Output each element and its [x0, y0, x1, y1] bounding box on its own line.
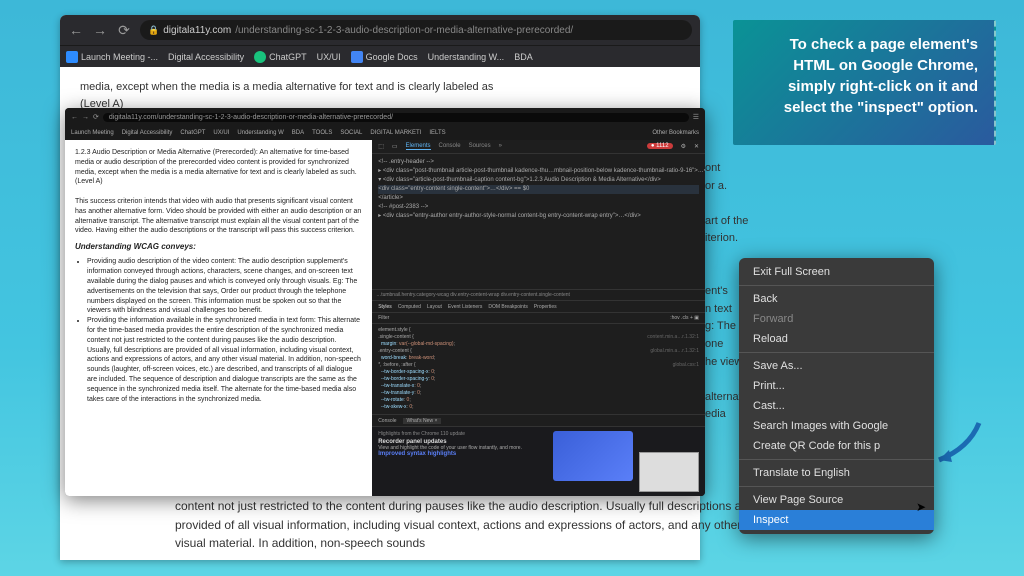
dom-tree[interactable]: <!-- .entry-header --> ▸ <div class="pos…: [372, 154, 705, 289]
whats-new: Highlights from the Chrome 110 update Re…: [372, 426, 705, 496]
forward-button[interactable]: →: [92, 22, 108, 38]
ctx-translate-to-english[interactable]: Translate to English: [739, 463, 934, 483]
settings-icon[interactable]: ⚙: [681, 143, 686, 150]
bookmark-item[interactable]: ChatGPT: [254, 51, 307, 63]
tab-console[interactable]: Console: [439, 143, 461, 149]
url-path: /understanding-sc-1-2-3-audio-descriptio…: [235, 25, 573, 36]
tab-more[interactable]: »: [499, 143, 502, 149]
css-rules[interactable]: element.style { .single-content {content…: [372, 324, 705, 414]
bookmark-item[interactable]: Understanding W...: [428, 52, 505, 62]
ctx-cast-[interactable]: Cast...: [739, 396, 934, 416]
bg-line-1: media, except when the media is a media …: [80, 79, 680, 96]
bottom-paragraph: content not just restricted to the conte…: [175, 497, 755, 553]
inner-heading: Understanding WCAG conveys:: [75, 241, 362, 252]
ctx-print-[interactable]: Print...: [739, 376, 934, 396]
inner-bookmarks: Launch MeetingDigital AccessibilityChatG…: [65, 126, 705, 140]
context-menu: Exit Full Screen BackForwardReload Save As…: [739, 258, 934, 534]
inspect-icon[interactable]: ⬚: [378, 143, 384, 150]
reload-button[interactable]: ⟳: [116, 22, 132, 38]
inner-bullet-1: Providing audio description of the video…: [87, 257, 362, 316]
ctx-back[interactable]: Back: [739, 289, 934, 309]
ctx-forward: Forward: [739, 309, 934, 329]
devtools-panel: ⬚ ▭ Elements Console Sources » ● 1112 ⚙ …: [372, 140, 705, 496]
lock-icon: 🔒: [148, 25, 159, 36]
bookmark-item[interactable]: Google Docs: [351, 51, 418, 63]
browser-toolbar: ← → ⟳ 🔒 digitala11y.com/understanding-sc…: [60, 15, 700, 45]
bookmark-item[interactable]: UX/UI: [317, 52, 341, 62]
ctx-inspect[interactable]: Inspect: [739, 510, 934, 530]
bookmark-item[interactable]: Digital Accessibility: [168, 52, 244, 62]
bookmarks-bar: Launch Meeting -... Digital Accessibilit…: [60, 45, 700, 67]
inner-url[interactable]: digitala11y.com/understanding-sc-1-2-3-a…: [103, 113, 689, 122]
inner-bullet-2: Providing the information available in t…: [87, 316, 362, 404]
url-host: digitala11y.com: [163, 25, 231, 36]
tab-elements[interactable]: Elements: [406, 143, 431, 150]
address-bar[interactable]: 🔒 digitala11y.com/understanding-sc-1-2-3…: [140, 20, 692, 40]
close-icon[interactable]: ✕: [694, 143, 699, 150]
ctx-exit-full-screen[interactable]: Exit Full Screen: [739, 262, 934, 282]
back-button[interactable]: ←: [68, 22, 84, 38]
error-badge[interactable]: ● 1112: [647, 143, 673, 149]
styles-filter[interactable]: Filter: [378, 315, 389, 321]
styles-tabs: Styles Computed Layout Event Listeners D…: [372, 301, 705, 313]
inner-page: 1.2.3 Audio Description or Media Alterna…: [65, 140, 372, 496]
promo-image: [553, 431, 633, 481]
ctx-search-images-with-google[interactable]: Search Images with Google: [739, 416, 934, 436]
zoom-icon: [66, 51, 78, 63]
ctx-create-qr-code-for-this-p[interactable]: Create QR Code for this p: [739, 436, 934, 456]
bookmark-item[interactable]: Launch Meeting -...: [66, 51, 158, 63]
device-icon[interactable]: ▭: [392, 143, 398, 150]
devtools-tabs: ⬚ ▭ Elements Console Sources » ● 1112 ⚙ …: [372, 140, 705, 154]
cursor-icon: ➤: [916, 500, 926, 514]
inner-para-2: This success criterion intends that vide…: [75, 197, 362, 236]
docs-icon: [351, 51, 363, 63]
dom-breadcrumb[interactable]: …tumbnail.hentry.category-wcag div.entry…: [372, 289, 705, 301]
inner-para-1: 1.2.3 Audio Description or Media Alterna…: [75, 148, 362, 187]
ctx-view-page-source[interactable]: View Page Source: [739, 490, 934, 510]
instruction-callout: To check a page element's HTML on Google…: [733, 20, 996, 145]
video-thumb[interactable]: [639, 452, 699, 492]
ctx-reload[interactable]: Reload: [739, 329, 934, 349]
bookmark-item[interactable]: BDA: [514, 52, 533, 62]
inner-screenshot: ←→⟳ digitala11y.com/understanding-sc-1-2…: [65, 108, 705, 496]
ctx-save-as-[interactable]: Save As...: [739, 356, 934, 376]
tab-sources[interactable]: Sources: [469, 143, 491, 149]
chatgpt-icon: [254, 51, 266, 63]
inner-toolbar: ←→⟳ digitala11y.com/understanding-sc-1-2…: [65, 108, 705, 126]
